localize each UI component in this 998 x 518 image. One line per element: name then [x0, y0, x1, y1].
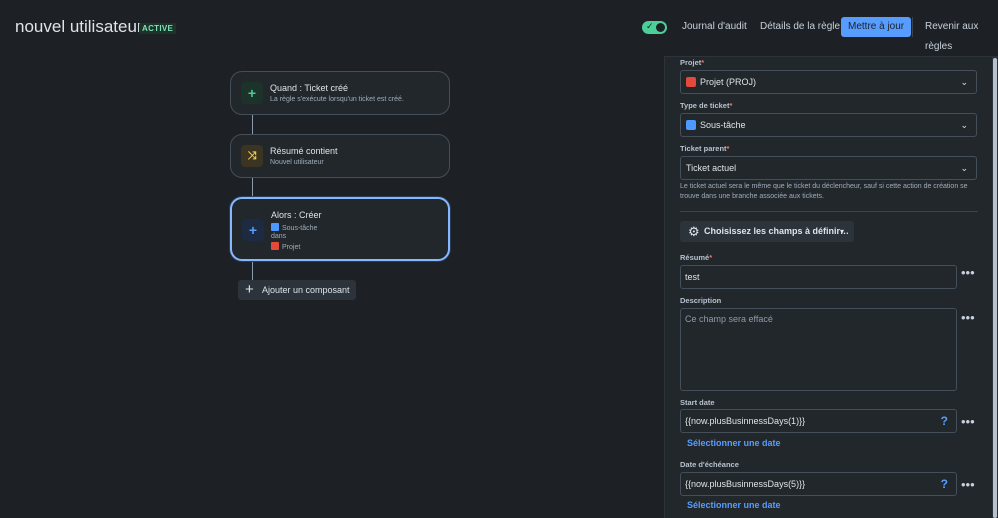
plus-icon: + — [245, 281, 254, 298]
due-date-input[interactable]: {{now.plusBusinnessDays(5)}} ? — [680, 472, 957, 496]
check-icon: ✓ — [646, 21, 654, 31]
plus-icon: + — [241, 82, 263, 104]
issue-type-label: Type de ticket* — [680, 101, 733, 110]
parent-help-text: Le ticket actuel sera le même que le tic… — [680, 183, 968, 200]
header: nouvel utilisateur ACTIVE ✓ Journal d'au… — [0, 0, 998, 56]
flow-connector — [252, 260, 253, 280]
trigger-title: Quand : Ticket créé — [270, 83, 349, 93]
chevron-down-icon: ⌄ — [960, 120, 968, 130]
more-options-icon[interactable]: ••• — [961, 265, 975, 280]
description-label: Description — [680, 296, 722, 305]
action-issue-type: Sous-tâche — [271, 223, 317, 232]
start-date-label: Start date — [680, 398, 715, 407]
project-select[interactable]: Projet (PROJ) ⌄ — [680, 70, 977, 94]
trigger-subtitle: La règle s'exécute lorsqu'un ticket est … — [270, 96, 404, 103]
trigger-node[interactable]: + Quand : Ticket créé La règle s'exécute… — [230, 71, 450, 115]
toggle-knob — [656, 23, 665, 32]
more-options-icon[interactable]: ••• — [961, 414, 975, 429]
divider — [680, 211, 978, 212]
audit-log-button[interactable]: Journal d'audit — [675, 17, 754, 37]
shuffle-icon: ⤨ — [241, 145, 263, 167]
action-in-label: dans — [271, 233, 287, 240]
action-node[interactable]: + Alors : Créer Sous-tâche dans Projet — [230, 197, 450, 261]
help-icon[interactable]: ? — [941, 410, 948, 432]
header-divider — [912, 17, 913, 37]
status-badge: ACTIVE — [139, 23, 177, 34]
flow-connector — [252, 177, 253, 198]
parent-label: Ticket parent* — [680, 144, 730, 153]
rule-details-button[interactable]: Détails de la règle — [753, 17, 847, 37]
project-icon — [271, 242, 279, 250]
help-icon[interactable]: ? — [941, 473, 948, 495]
scrollbar-thumb[interactable] — [993, 58, 997, 518]
start-date-input[interactable]: {{now.plusBusinnessDays(1)}} ? — [680, 409, 957, 433]
flow-connector — [252, 114, 253, 135]
plus-icon: + — [242, 219, 264, 241]
subtask-icon — [686, 120, 696, 130]
choose-fields-button[interactable]: ⚙ Choisissez les champs à définir… ▾ — [680, 221, 854, 242]
due-date-label: Date d'échéance — [680, 460, 739, 469]
more-options-icon[interactable]: ••• — [961, 477, 975, 492]
summary-label: Résumé* — [680, 253, 713, 262]
description-textarea[interactable]: Ce champ sera effacé — [680, 308, 957, 391]
add-component-button[interactable]: + Ajouter un composant — [238, 280, 356, 300]
select-date-link[interactable]: Sélectionner une date — [687, 500, 781, 510]
return-to-rules-button[interactable]: Revenir aux règles — [918, 17, 998, 52]
more-options-icon[interactable]: ••• — [961, 310, 975, 325]
summary-input[interactable]: test — [680, 265, 957, 289]
condition-subtitle: Nouvel utilisateur — [270, 159, 324, 166]
condition-title: Résumé contient — [270, 146, 338, 156]
chevron-down-icon: ▾ — [839, 227, 844, 236]
project-icon — [686, 77, 696, 87]
issue-type-select[interactable]: Sous-tâche ⌄ — [680, 113, 977, 137]
chevron-down-icon: ⌄ — [960, 163, 968, 173]
subtask-icon — [271, 223, 279, 231]
rule-title: nouvel utilisateur — [15, 17, 143, 36]
select-date-link[interactable]: Sélectionner une date — [687, 438, 781, 448]
rule-enabled-toggle[interactable]: ✓ — [642, 21, 667, 34]
action-project: Projet — [271, 242, 300, 251]
project-label: Projet* — [680, 58, 705, 67]
update-button[interactable]: Mettre à jour — [841, 17, 912, 37]
gear-icon: ⚙ — [688, 224, 700, 239]
parent-select[interactable]: Ticket actuel ⌄ — [680, 156, 977, 180]
chevron-down-icon: ⌄ — [960, 77, 968, 87]
condition-node[interactable]: ⤨ Résumé contient Nouvel utilisateur — [230, 134, 450, 178]
action-title: Alors : Créer — [271, 210, 322, 220]
